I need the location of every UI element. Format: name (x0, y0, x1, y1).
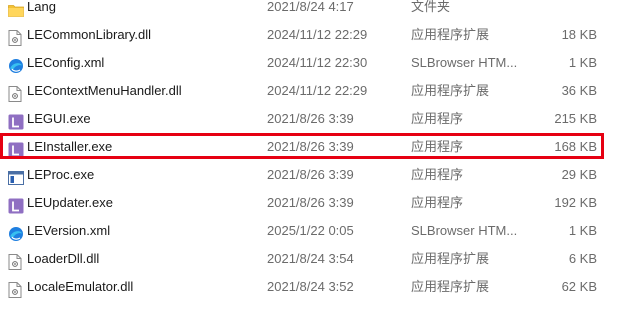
file-date: 2024/11/12 22:30 (267, 55, 368, 70)
file-type: 应用程序 (411, 111, 464, 126)
file-name: LEInstaller.exe (27, 139, 113, 154)
file-type: 应用程序扩展 (411, 27, 490, 42)
file-size: 1 KB (568, 223, 597, 238)
file-date: 2021/8/24 4:17 (267, 0, 354, 14)
file-type: 文件夹 (411, 0, 451, 14)
file-date: 2025/1/22 0:05 (267, 223, 354, 238)
file-type: 应用程序扩展 (411, 279, 490, 294)
file-row-leversion[interactable]: LEVersion.xml 2025/1/22 0:05 SLBrowser H… (0, 217, 642, 245)
file-type: 应用程序 (411, 195, 464, 210)
file-name: LEVersion.xml (27, 223, 111, 238)
file-row-leinstaller[interactable]: LEInstaller.exe 2021/8/26 3:39 应用程序 168 … (0, 133, 642, 161)
file-date: 2021/8/26 3:39 (267, 139, 354, 154)
le-app-icon (8, 112, 24, 130)
browser-file-icon (8, 224, 23, 241)
file-type: 应用程序 (411, 167, 464, 182)
file-size: 18 KB (561, 27, 597, 42)
file-size: 29 KB (561, 167, 597, 182)
file-name: LECommonLibrary.dll (27, 27, 152, 42)
file-date: 2021/8/26 3:39 (267, 111, 354, 126)
file-name: LEUpdater.exe (27, 195, 114, 210)
file-row-localeemulator[interactable]: LocaleEmulator.dll 2021/8/24 3:52 应用程序扩展… (0, 273, 642, 301)
browser-file-icon (8, 56, 23, 73)
file-name: Lang (27, 0, 56, 14)
file-size: 215 KB (554, 111, 597, 126)
dll-file-icon (8, 280, 22, 298)
file-list: Lang 2021/8/24 4:17 文件夹 LECommonLibrary.… (0, 0, 642, 301)
file-size: 62 KB (561, 279, 597, 294)
dll-file-icon (8, 252, 22, 270)
file-date: 2024/11/12 22:29 (267, 83, 368, 98)
file-name: LocaleEmulator.dll (27, 279, 134, 294)
file-size: 6 KB (568, 251, 597, 266)
file-date: 2024/11/12 22:29 (267, 27, 368, 42)
window-app-icon (8, 168, 24, 185)
folder-icon (8, 0, 24, 17)
file-row-leproc[interactable]: LEProc.exe 2021/8/26 3:39 应用程序 29 KB (0, 161, 642, 189)
file-row-loaderdll[interactable]: LoaderDll.dll 2021/8/24 3:54 应用程序扩展 6 KB (0, 245, 642, 273)
file-size: 1 KB (568, 55, 597, 70)
file-name: LEGUI.exe (27, 111, 91, 126)
file-row-lang[interactable]: Lang 2021/8/24 4:17 文件夹 (0, 0, 642, 21)
file-size: 192 KB (554, 195, 597, 210)
file-type: 应用程序扩展 (411, 251, 490, 266)
file-name: LEContextMenuHandler.dll (27, 83, 182, 98)
file-row-lecommonlibrary[interactable]: LECommonLibrary.dll 2024/11/12 22:29 应用程… (0, 21, 642, 49)
file-date: 2021/8/26 3:39 (267, 167, 354, 182)
file-name: LEProc.exe (27, 167, 95, 182)
dll-file-icon (8, 28, 22, 46)
file-date: 2021/8/24 3:54 (267, 251, 354, 266)
file-size: 168 KB (554, 139, 597, 154)
file-type: 应用程序扩展 (411, 83, 490, 98)
file-type: 应用程序 (411, 139, 464, 154)
file-type: SLBrowser HTM... (411, 223, 518, 238)
file-size (520, 0, 597, 21)
file-row-leconfig[interactable]: LEConfig.xml 2024/11/12 22:30 SLBrowser … (0, 49, 642, 77)
file-name: LoaderDll.dll (27, 251, 100, 266)
file-row-legui[interactable]: LEGUI.exe 2021/8/26 3:39 应用程序 215 KB (0, 105, 642, 133)
file-row-leupdater[interactable]: LEUpdater.exe 2021/8/26 3:39 应用程序 192 KB (0, 189, 642, 217)
dll-file-icon (8, 84, 22, 102)
file-name: LEConfig.xml (27, 55, 105, 70)
file-date: 2021/8/24 3:52 (267, 279, 354, 294)
file-date: 2021/8/26 3:39 (267, 195, 354, 210)
le-app-icon (8, 196, 24, 214)
le-app-icon (8, 140, 24, 158)
file-row-lecontextmenuhandler[interactable]: LEContextMenuHandler.dll 2024/11/12 22:2… (0, 77, 642, 105)
file-size: 36 KB (561, 83, 597, 98)
file-type: SLBrowser HTM... (411, 55, 518, 70)
